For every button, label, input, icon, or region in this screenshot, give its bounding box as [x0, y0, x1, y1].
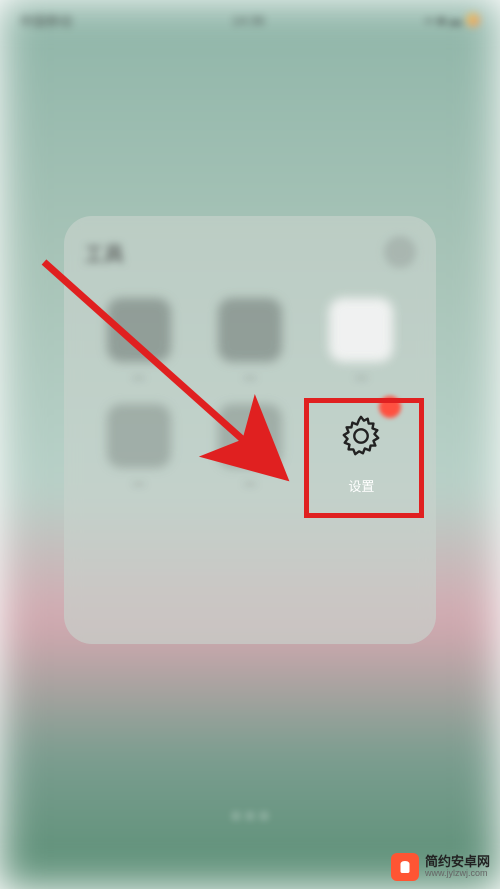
carrier-label: 中国移动	[20, 11, 72, 30]
app-icon	[107, 298, 171, 362]
watermark-url: www.jylzwj.com	[425, 869, 490, 879]
page-indicator	[233, 813, 267, 819]
app-item[interactable]: —	[199, 404, 300, 495]
app-item[interactable]: —	[311, 298, 412, 384]
notification-badge	[379, 396, 401, 418]
gear-icon	[329, 404, 393, 468]
app-label: —	[133, 476, 145, 490]
time-label: 14:36	[232, 13, 265, 28]
app-icon	[218, 298, 282, 362]
app-label: —	[355, 370, 367, 384]
app-label: —	[244, 476, 256, 490]
android-icon	[391, 853, 419, 881]
app-item[interactable]: —	[88, 404, 189, 495]
watermark: 简约安卓网 www.jylzwj.com	[391, 853, 490, 881]
folder-add-button[interactable]	[384, 236, 416, 268]
app-item[interactable]: —	[199, 298, 300, 384]
folder-app-grid: — — — — —	[84, 298, 416, 495]
app-icon	[218, 404, 282, 468]
app-icon	[329, 298, 393, 362]
app-folder-overlay[interactable]: 工具 — — — — —	[64, 216, 436, 644]
watermark-title: 简约安卓网	[425, 855, 490, 869]
folder-header: 工具	[84, 236, 416, 268]
app-item[interactable]: —	[88, 298, 189, 384]
status-bar: 中国移动 14:36 •• ■ ▬	[0, 0, 500, 40]
status-indicator-icon	[466, 13, 480, 27]
app-icon	[107, 404, 171, 468]
settings-app[interactable]: 设置	[311, 404, 412, 495]
app-label: —	[244, 370, 256, 384]
status-right: •• ■ ▬	[425, 13, 480, 28]
settings-label: 设置	[348, 476, 374, 495]
folder-title: 工具	[84, 238, 124, 267]
app-label: —	[133, 370, 145, 384]
